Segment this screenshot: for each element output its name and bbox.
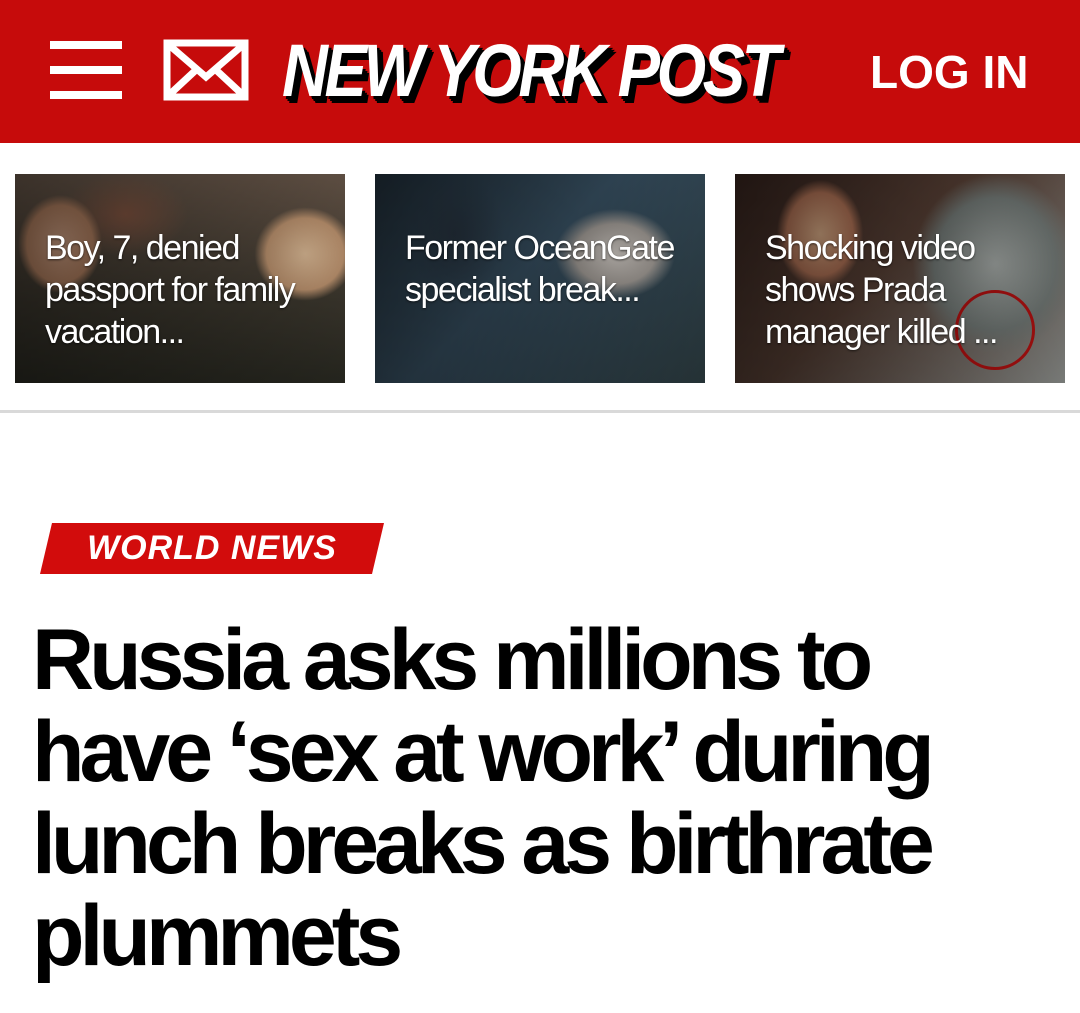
section-divider bbox=[0, 410, 1080, 413]
story-title: Boy, 7, denied passport for family vacat… bbox=[45, 229, 296, 351]
story-card-2[interactable]: Former OceanGate specialist break... bbox=[375, 174, 705, 383]
logo-wordmark: NEW YORK POST bbox=[282, 29, 781, 112]
site-header: NEW YORK POST LOG IN bbox=[0, 0, 1080, 143]
story-card-3[interactable]: Shocking video shows Prada manager kille… bbox=[735, 174, 1065, 383]
login-button[interactable]: LOG IN bbox=[870, 46, 1028, 98]
hamburger-menu-icon[interactable] bbox=[50, 41, 122, 99]
envelope-icon[interactable] bbox=[163, 39, 249, 101]
site-logo[interactable]: NEW YORK POST bbox=[282, 26, 858, 116]
story-title: Former OceanGate specialist break... bbox=[405, 229, 675, 309]
section-tag[interactable]: WORLD NEWS bbox=[40, 523, 384, 574]
story-card-1[interactable]: Boy, 7, denied passport for family vacat… bbox=[15, 174, 345, 383]
article-headline: Russia asks millions to have ‘sex at wor… bbox=[32, 612, 935, 984]
story-title: Shocking video shows Prada manager kille… bbox=[765, 229, 998, 351]
section-tag-label: WORLD NEWS bbox=[87, 529, 337, 567]
